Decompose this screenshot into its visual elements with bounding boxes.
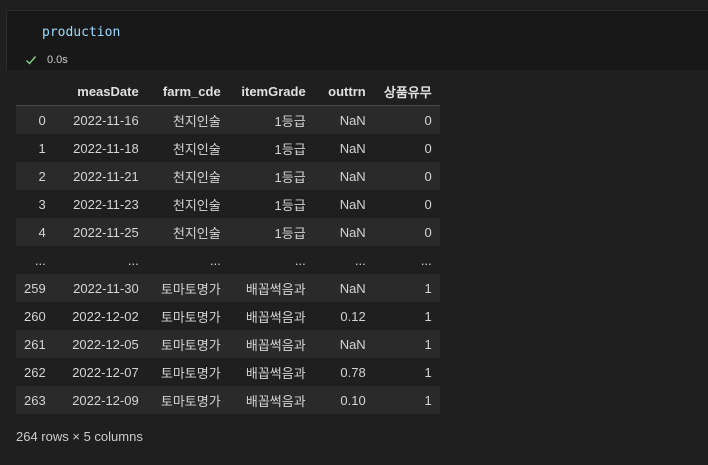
cell-itemgrade: 배꼽썩음과 bbox=[245, 337, 306, 353]
cell-outtrn: NaN bbox=[339, 336, 366, 352]
cell-measdate: 2022-11-23 bbox=[73, 196, 139, 212]
column-header-farm-cde: farm_cde bbox=[146, 77, 229, 106]
column-header-index bbox=[16, 77, 54, 106]
cell-measdate: ... bbox=[127, 252, 139, 268]
cell-farm-cde: 천지인술 bbox=[172, 113, 221, 129]
cell-outtrn: NaN bbox=[339, 196, 366, 212]
cell-farm-cde: 토마토명가 bbox=[160, 309, 221, 325]
cell-itemgrade: 1등급 bbox=[274, 225, 306, 241]
cell-measdate: 2022-12-05 bbox=[72, 336, 139, 352]
cell-outtrn: ... bbox=[354, 252, 366, 268]
column-header-product-flag: 상품유무 bbox=[373, 77, 440, 106]
cell-product-flag: 1 bbox=[424, 308, 432, 324]
dataframe-table: measDate farm_cde itemGrade outtrn 상품유무 … bbox=[16, 77, 440, 414]
table-row: 261 2022-12-05 토마토명가 배꼽썩음과 NaN 1 bbox=[16, 330, 440, 358]
column-header-outtrn: outtrn bbox=[313, 77, 374, 106]
cell-itemgrade: 1등급 bbox=[274, 169, 306, 185]
row-index: 262 bbox=[24, 364, 46, 380]
table-body: 0 2022-11-16 천지인술 1등급 NaN 0 1 2022-11-18 천지인술 1등급… bbox=[16, 105, 440, 414]
dataframe-shape: 264 rows × 5 columns bbox=[16, 429, 143, 444]
cell-itemgrade: 배꼽썩음과 bbox=[245, 393, 306, 409]
cell-outtrn: NaN bbox=[339, 168, 366, 184]
table-row: 4 2022-11-25 천지인술 1등급 NaN 0 bbox=[16, 218, 440, 246]
row-index: 260 bbox=[24, 308, 46, 324]
cell-itemgrade: ... bbox=[294, 252, 306, 268]
table-row: 263 2022-12-09 토마토명가 배꼽썩음과 0.10 1 bbox=[16, 386, 440, 414]
cell-product-flag: 0 bbox=[424, 196, 432, 212]
cell-farm-cde: 천지인술 bbox=[172, 197, 221, 213]
check-icon bbox=[26, 56, 37, 65]
column-header-measdate: measDate bbox=[53, 77, 147, 106]
cell-itemgrade: 배꼽썩음과 bbox=[245, 281, 306, 297]
cell-outtrn: 0.10 bbox=[340, 392, 366, 408]
table-row: 260 2022-12-02 토마토명가 배꼽썩음과 0.12 1 bbox=[16, 302, 440, 330]
cell-farm-cde: 토마토명가 bbox=[160, 393, 221, 409]
cell-itemgrade: 배꼽썩음과 bbox=[245, 309, 306, 325]
table-row: .................. bbox=[16, 246, 440, 274]
cell-product-flag: 0 bbox=[424, 224, 432, 240]
cell-outtrn: 0.12 bbox=[340, 308, 366, 324]
table-row: 2 2022-11-21 천지인술 1등급 NaN 0 bbox=[16, 162, 440, 190]
table-row: 262 2022-12-07 토마토명가 배꼽썩음과 0.78 1 bbox=[16, 358, 440, 386]
cell-itemgrade: 배꼽썩음과 bbox=[245, 365, 306, 381]
cell-farm-cde: 천지인술 bbox=[172, 225, 221, 241]
row-index: 2 bbox=[38, 168, 46, 184]
cell-itemgrade: 1등급 bbox=[274, 141, 306, 157]
column-header-itemgrade: itemGrade bbox=[228, 77, 314, 106]
row-index: 3 bbox=[38, 196, 46, 212]
cell-product-flag: 1 bbox=[424, 336, 432, 352]
cell-measdate: 2022-11-25 bbox=[73, 224, 139, 240]
cell-measdate: 2022-12-02 bbox=[72, 308, 139, 324]
execution-status: 0.0s bbox=[25, 54, 68, 66]
cell-itemgrade: 1등급 bbox=[274, 197, 306, 213]
cell-farm-cde: 토마토명가 bbox=[160, 365, 221, 381]
cell-measdate: 2022-11-30 bbox=[73, 280, 139, 296]
cell-product-flag: 0 bbox=[424, 112, 432, 128]
cell-measdate: 2022-12-07 bbox=[72, 364, 139, 380]
cell-measdate: 2022-11-16 bbox=[73, 112, 139, 128]
cell-outtrn: NaN bbox=[339, 140, 366, 156]
cell-measdate: 2022-12-09 bbox=[72, 392, 139, 408]
cell-output: measDate farm_cde itemGrade outtrn 상품유무 … bbox=[16, 77, 440, 414]
cell-product-flag: ... bbox=[420, 252, 432, 268]
cell-product-flag: 0 bbox=[424, 168, 432, 184]
code-cell[interactable]: production 0.0s bbox=[6, 10, 708, 70]
cell-measdate: 2022-11-21 bbox=[73, 168, 139, 184]
cell-outtrn: 0.78 bbox=[340, 364, 366, 380]
cell-farm-cde: 천지인술 bbox=[172, 141, 221, 157]
row-index: 4 bbox=[38, 224, 46, 240]
table-row: 3 2022-11-23 천지인술 1등급 NaN 0 bbox=[16, 190, 440, 218]
cell-farm-cde: 토마토명가 bbox=[160, 281, 221, 297]
cell-farm-cde: 토마토명가 bbox=[160, 337, 221, 353]
table-row: 1 2022-11-18 천지인술 1등급 NaN 0 bbox=[16, 134, 440, 162]
table-row: 259 2022-11-30 토마토명가 배꼽썩음과 NaN 1 bbox=[16, 274, 440, 302]
cell-product-flag: 1 bbox=[424, 280, 432, 296]
row-index: 1 bbox=[38, 140, 46, 156]
row-index: 0 bbox=[38, 112, 46, 128]
row-index: 263 bbox=[24, 392, 46, 408]
row-index: 261 bbox=[24, 336, 46, 352]
cell-product-flag: 0 bbox=[424, 140, 432, 156]
row-index: 259 bbox=[24, 280, 46, 296]
cell-outtrn: NaN bbox=[339, 280, 366, 296]
execution-time: 0.0s bbox=[47, 54, 68, 66]
cell-farm-cde: ... bbox=[209, 252, 221, 268]
cell-product-flag: 1 bbox=[424, 392, 432, 408]
table-header-row: measDate farm_cde itemGrade outtrn 상품유무 bbox=[16, 77, 440, 106]
code-editor-line[interactable]: production bbox=[42, 25, 120, 40]
notebook-page: production 0.0s measDate farm_cde itemGr… bbox=[0, 0, 708, 465]
cell-outtrn: NaN bbox=[339, 112, 366, 128]
cell-farm-cde: 천지인술 bbox=[172, 169, 221, 185]
cell-measdate: 2022-11-18 bbox=[73, 140, 139, 156]
cell-product-flag: 1 bbox=[424, 364, 432, 380]
cell-outtrn: NaN bbox=[339, 224, 366, 240]
cell-itemgrade: 1등급 bbox=[274, 113, 306, 129]
table-row: 0 2022-11-16 천지인술 1등급 NaN 0 bbox=[16, 105, 440, 134]
row-index: ... bbox=[34, 252, 46, 268]
